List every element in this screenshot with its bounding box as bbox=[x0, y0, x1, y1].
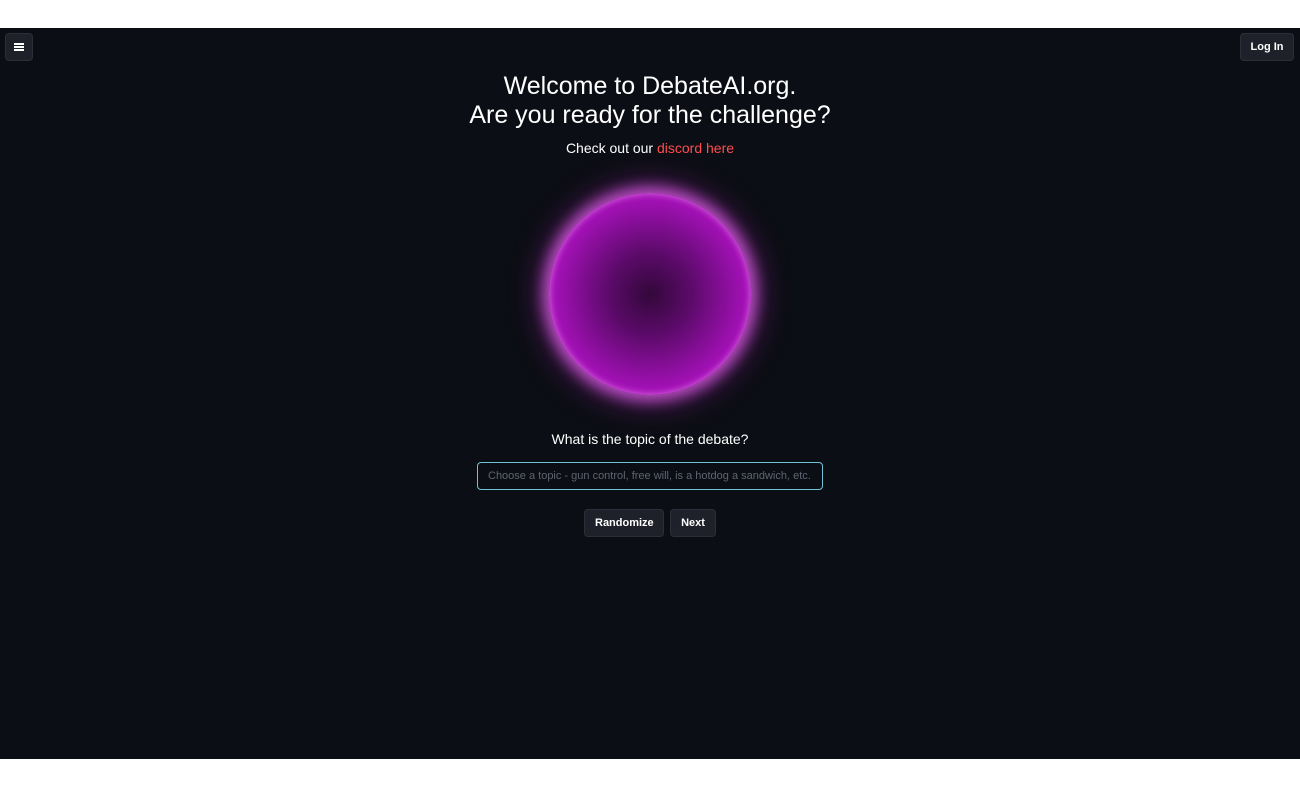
topic-question-label: What is the topic of the debate? bbox=[551, 431, 749, 447]
app-container: Log In Welcome to DebateAI.org. Are you … bbox=[0, 28, 1300, 759]
menu-button[interactable] bbox=[5, 33, 33, 61]
glowing-orb bbox=[549, 193, 751, 395]
topic-input[interactable] bbox=[477, 462, 823, 490]
title-line-2: Are you ready for the challenge? bbox=[469, 101, 831, 129]
hamburger-menu-icon bbox=[14, 43, 24, 51]
randomize-button[interactable]: Randomize bbox=[584, 509, 664, 537]
discord-prefix: Check out our bbox=[565, 140, 657, 156]
discord-line: Check out our discord here bbox=[0, 140, 1300, 156]
title-line-1: Welcome to DebateAI.org. bbox=[503, 72, 797, 100]
next-button[interactable]: Next bbox=[670, 509, 716, 537]
page-title: Welcome to DebateAI.org. Are you ready f… bbox=[0, 72, 1300, 130]
action-buttons: Randomize Next bbox=[0, 509, 1300, 537]
discord-link[interactable]: discord here bbox=[657, 140, 734, 156]
login-button[interactable]: Log In bbox=[1240, 33, 1294, 61]
